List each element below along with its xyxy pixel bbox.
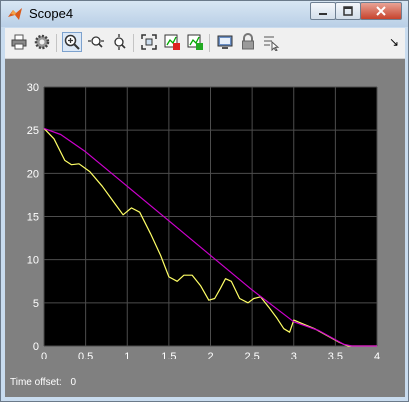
save-axes-settings-button[interactable]: [162, 32, 182, 52]
time-offset-value: 0: [70, 377, 77, 388]
zoom-x-icon: [88, 36, 104, 48]
gear-icon: [34, 34, 50, 50]
lock-icon: [242, 33, 254, 50]
signal-selection-icon: [264, 36, 280, 51]
lock-axes-button[interactable]: [238, 32, 258, 52]
x-tick-label: 3: [291, 351, 297, 359]
window-title: Scope4: [29, 6, 74, 21]
zoom-in-button[interactable]: [62, 32, 82, 52]
scope-display: 0 0.5 1 1.5 2 2.5 3 3.5 4 0 5 10 15 20 25 30 Time offse…: [5, 59, 405, 397]
x-tick-label: 2.5: [244, 351, 259, 359]
print-button[interactable]: [9, 32, 29, 52]
save-axes-icon: [164, 34, 180, 50]
floating-scope-button[interactable]: [215, 32, 235, 52]
y-tick-label: 5: [33, 298, 39, 310]
minimize-icon: [319, 13, 327, 15]
x-tick-label: 2: [207, 351, 213, 359]
matlab-icon: [8, 8, 22, 20]
maximize-icon: [343, 6, 353, 16]
time-offset-label: Time offset:: [10, 377, 62, 388]
printer-icon: [11, 34, 27, 50]
time-offset: Time offset: 0: [10, 377, 82, 388]
zoom-x-button[interactable]: [86, 32, 106, 52]
scope-window: Scope4 ↘ 0 0.5 1 1.5 2 2.5 3 3.5 4 0 5 1…: [0, 0, 409, 402]
zoom-y-button[interactable]: [109, 32, 129, 52]
zoom-in-icon: [64, 34, 80, 50]
x-tick-label: 4: [374, 351, 380, 359]
close-button[interactable]: [360, 2, 402, 20]
y-tick-label: 10: [27, 255, 39, 267]
x-tick-label: 0: [41, 351, 47, 359]
restore-axes-settings-button[interactable]: [185, 32, 205, 52]
floating-scope-icon: [217, 35, 233, 49]
x-tick-label: 1.5: [161, 351, 176, 359]
title-bar[interactable]: Scope4: [1, 1, 408, 27]
autoscale-icon: [141, 34, 157, 50]
toolbar: ↘: [5, 28, 405, 59]
close-icon: [376, 6, 386, 16]
x-tick-label: 3.5: [328, 351, 343, 359]
scope-plot[interactable]: 0 0.5 1 1.5 2 2.5 3 3.5 4 0 5 10 15 20 25 30: [5, 59, 405, 359]
restore-axes-icon: [187, 34, 203, 50]
x-tick-label: 1: [124, 351, 130, 359]
zoom-y-icon: [114, 34, 126, 50]
maximize-button[interactable]: [335, 2, 361, 20]
minimize-button[interactable]: [310, 2, 336, 20]
y-tick-label: 30: [27, 82, 39, 94]
x-tick-label: 0.5: [78, 351, 93, 359]
signal-selection-button[interactable]: [261, 32, 281, 52]
y-tick-label: 20: [27, 168, 39, 180]
settings-button[interactable]: [32, 32, 52, 52]
y-tick-label: 0: [33, 341, 39, 353]
y-tick-label: 15: [27, 212, 39, 224]
autoscale-button[interactable]: [139, 32, 159, 52]
toolbar-overflow-icon[interactable]: ↘: [389, 35, 399, 49]
y-tick-label: 25: [27, 125, 39, 137]
